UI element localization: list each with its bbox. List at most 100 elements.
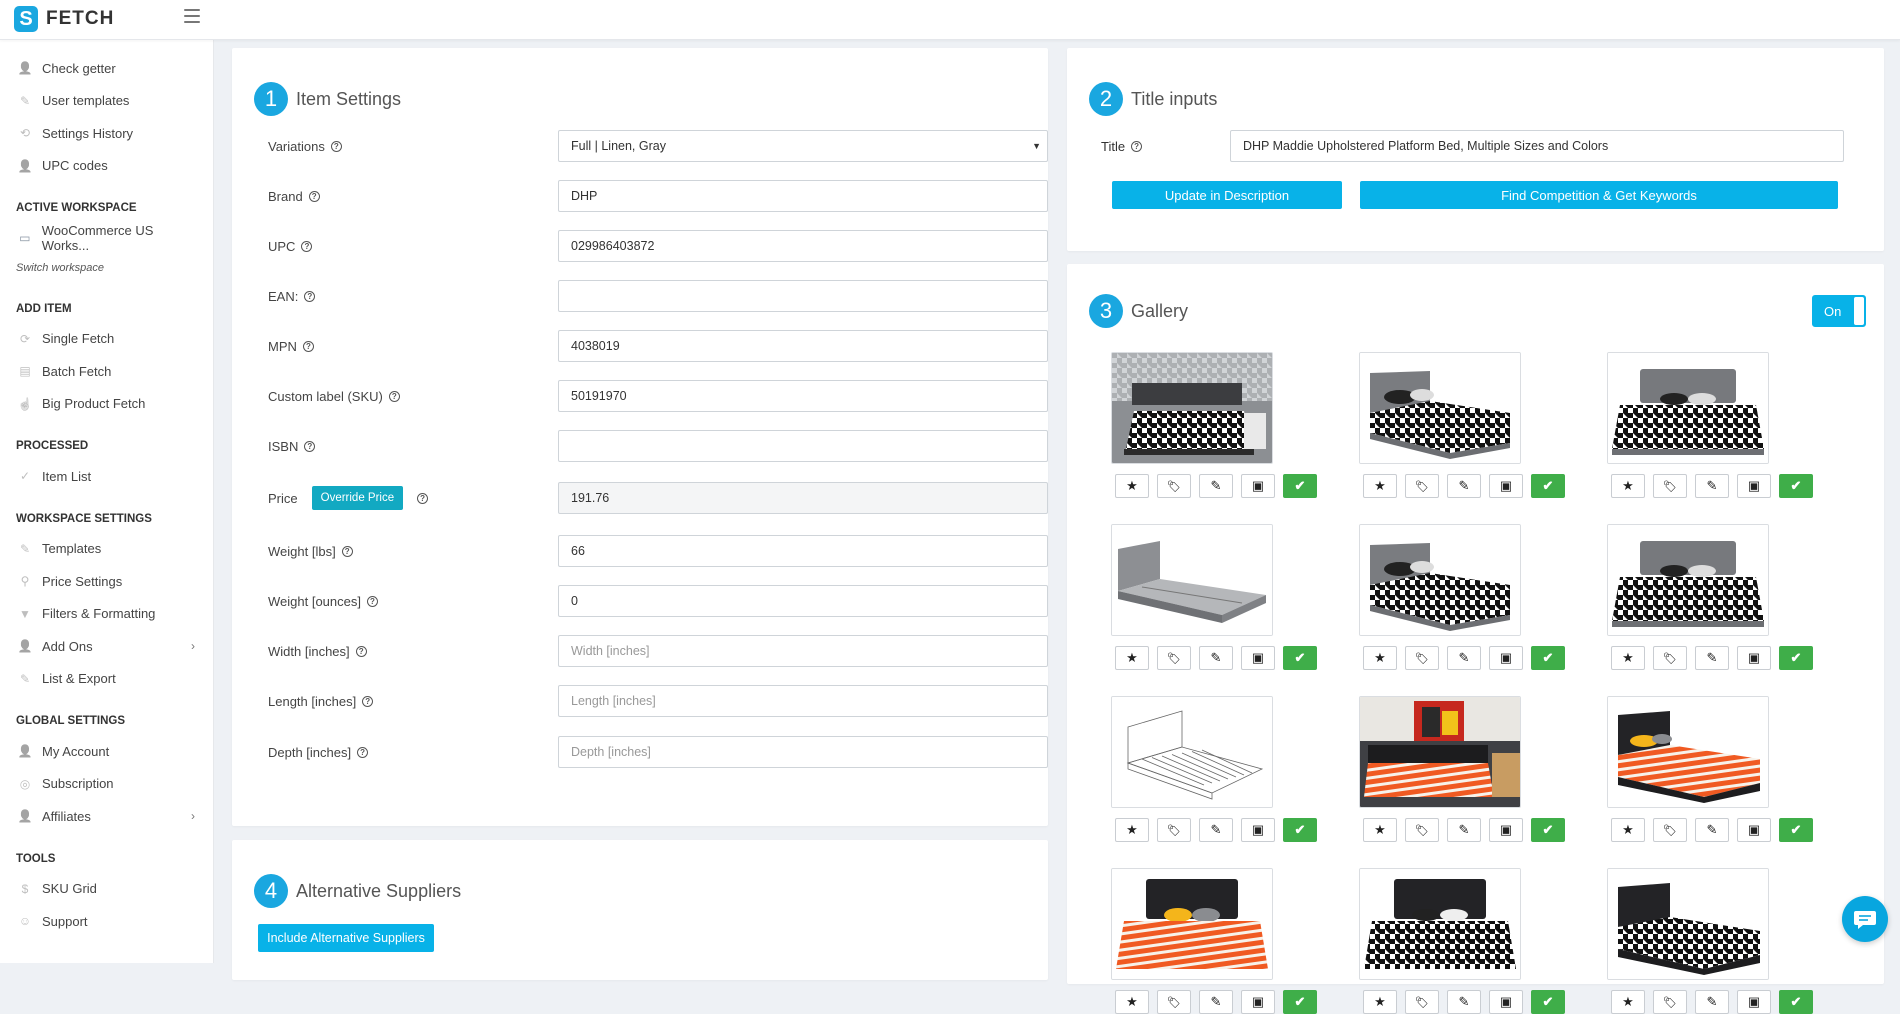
tag-button[interactable]: 🏷 — [1653, 818, 1687, 842]
pencil-button[interactable]: ✎ — [1447, 990, 1481, 1014]
check-button[interactable]: ✔ — [1283, 818, 1317, 842]
pencil-button[interactable]: ✎ — [1199, 818, 1233, 842]
sidebar-item-support[interactable]: ☺ Support — [0, 905, 213, 938]
width-input[interactable]: Width [inches] — [558, 635, 1048, 667]
image-button[interactable]: ▣ — [1241, 474, 1275, 498]
help-icon[interactable]: ? — [304, 290, 316, 302]
image-button[interactable]: ▣ — [1241, 818, 1275, 842]
gallery-toggle[interactable]: On — [1812, 295, 1866, 327]
image-button[interactable]: ▣ — [1241, 990, 1275, 1014]
sidebar-item-sku-grid[interactable]: $ SKU Grid — [0, 873, 213, 906]
star-button[interactable]: ★ — [1115, 474, 1149, 498]
tag-button[interactable]: 🏷 — [1653, 646, 1687, 670]
logo[interactable]: S FETCH — [14, 6, 114, 32]
sidebar-item-settings-history[interactable]: ⟲ Settings History — [0, 117, 213, 150]
star-button[interactable]: ★ — [1611, 646, 1645, 670]
gallery-image[interactable] — [1607, 352, 1769, 464]
hamburger-menu-icon[interactable] — [184, 9, 200, 23]
sidebar-item-workspace[interactable]: ▭ WooCommerce US Works... — [0, 222, 213, 255]
check-button[interactable]: ✔ — [1283, 990, 1317, 1014]
tag-button[interactable]: 🏷 — [1157, 646, 1191, 670]
star-button[interactable]: ★ — [1363, 646, 1397, 670]
gallery-image[interactable] — [1359, 868, 1521, 980]
weight-lbs-input[interactable]: 66 — [558, 535, 1048, 567]
tag-button[interactable]: 🏷 — [1157, 990, 1191, 1014]
variations-select[interactable]: Full | Linen, Gray ▼ — [558, 130, 1048, 162]
pencil-button[interactable]: ✎ — [1695, 646, 1729, 670]
image-button[interactable]: ▣ — [1737, 474, 1771, 498]
tag-button[interactable]: 🏷 — [1653, 474, 1687, 498]
pencil-button[interactable]: ✎ — [1447, 646, 1481, 670]
star-button[interactable]: ★ — [1363, 474, 1397, 498]
help-icon[interactable]: ? — [301, 240, 313, 252]
sidebar-item-batch-fetch[interactable]: ▤ Batch Fetch — [0, 355, 213, 388]
check-button[interactable]: ✔ — [1283, 646, 1317, 670]
gallery-image[interactable] — [1111, 696, 1273, 808]
update-in-description-button[interactable]: Update in Description — [1112, 181, 1342, 209]
pencil-button[interactable]: ✎ — [1199, 474, 1233, 498]
help-icon[interactable]: ? — [362, 695, 374, 707]
gallery-image[interactable] — [1111, 524, 1273, 636]
pencil-button[interactable]: ✎ — [1695, 474, 1729, 498]
tag-button[interactable]: 🏷 — [1157, 474, 1191, 498]
brand-input[interactable]: DHP — [558, 180, 1048, 212]
tag-button[interactable]: 🏷 — [1405, 990, 1439, 1014]
help-icon[interactable]: ? — [357, 746, 369, 758]
check-button[interactable]: ✔ — [1531, 990, 1565, 1014]
image-button[interactable]: ▣ — [1737, 990, 1771, 1014]
tag-button[interactable]: 🏷 — [1157, 818, 1191, 842]
help-icon[interactable]: ? — [366, 595, 378, 607]
gallery-image[interactable] — [1111, 352, 1273, 464]
pencil-button[interactable]: ✎ — [1447, 818, 1481, 842]
gallery-image[interactable] — [1607, 696, 1769, 808]
sidebar-item-upc-codes[interactable]: 👤 UPC codes — [0, 150, 213, 183]
override-price-button[interactable]: Override Price — [311, 486, 404, 510]
chat-button[interactable] — [1842, 896, 1888, 942]
star-button[interactable]: ★ — [1115, 646, 1149, 670]
check-button[interactable]: ✔ — [1779, 646, 1813, 670]
gallery-image[interactable] — [1607, 524, 1769, 636]
check-button[interactable]: ✔ — [1531, 646, 1565, 670]
image-button[interactable]: ▣ — [1489, 646, 1523, 670]
depth-input[interactable]: Depth [inches] — [558, 736, 1048, 768]
isbn-input[interactable] — [558, 430, 1048, 462]
length-input[interactable]: Length [inches] — [558, 685, 1048, 717]
sidebar-item-subscription[interactable]: ◎ Subscription — [0, 768, 213, 801]
sidebar-item-user-templates[interactable]: ✎ User templates — [0, 85, 213, 118]
tag-button[interactable]: 🏷 — [1405, 646, 1439, 670]
check-button[interactable]: ✔ — [1779, 474, 1813, 498]
check-button[interactable]: ✔ — [1779, 818, 1813, 842]
help-icon[interactable]: ? — [330, 140, 342, 152]
image-button[interactable]: ▣ — [1737, 646, 1771, 670]
sidebar-item-affiliates[interactable]: 👤 Affiliates › — [0, 800, 213, 833]
gallery-image[interactable] — [1359, 696, 1521, 808]
image-button[interactable]: ▣ — [1489, 990, 1523, 1014]
tag-button[interactable]: 🏷 — [1653, 990, 1687, 1014]
pencil-button[interactable]: ✎ — [1199, 646, 1233, 670]
upc-input[interactable]: 029986403872 — [558, 230, 1048, 262]
star-button[interactable]: ★ — [1611, 818, 1645, 842]
ean-input[interactable] — [558, 280, 1048, 312]
image-button[interactable]: ▣ — [1489, 818, 1523, 842]
sidebar-item-big-product-fetch[interactable]: ☝ Big Product Fetch — [0, 388, 213, 421]
help-icon[interactable]: ? — [388, 390, 400, 402]
image-button[interactable]: ▣ — [1737, 818, 1771, 842]
mpn-input[interactable]: 4038019 — [558, 330, 1048, 362]
image-button[interactable]: ▣ — [1489, 474, 1523, 498]
title-input[interactable]: DHP Maddie Upholstered Platform Bed, Mul… — [1230, 130, 1844, 162]
star-button[interactable]: ★ — [1611, 474, 1645, 498]
sidebar-item-price-settings[interactable]: ⚲ Price Settings — [0, 565, 213, 598]
find-competition-button[interactable]: Find Competition & Get Keywords — [1360, 181, 1838, 209]
include-alternative-suppliers-button[interactable]: Include Alternative Suppliers — [258, 924, 434, 952]
help-icon[interactable]: ? — [341, 545, 353, 557]
sidebar-item-list-export[interactable]: ✎ List & Export — [0, 663, 213, 696]
help-icon[interactable]: ? — [308, 190, 320, 202]
pencil-button[interactable]: ✎ — [1447, 474, 1481, 498]
star-button[interactable]: ★ — [1363, 990, 1397, 1014]
help-icon[interactable]: ? — [355, 645, 367, 657]
pencil-button[interactable]: ✎ — [1695, 990, 1729, 1014]
gallery-image[interactable] — [1359, 524, 1521, 636]
sidebar-item-check-getter[interactable]: 👤 Check getter — [0, 52, 213, 85]
check-button[interactable]: ✔ — [1779, 990, 1813, 1014]
star-button[interactable]: ★ — [1363, 818, 1397, 842]
